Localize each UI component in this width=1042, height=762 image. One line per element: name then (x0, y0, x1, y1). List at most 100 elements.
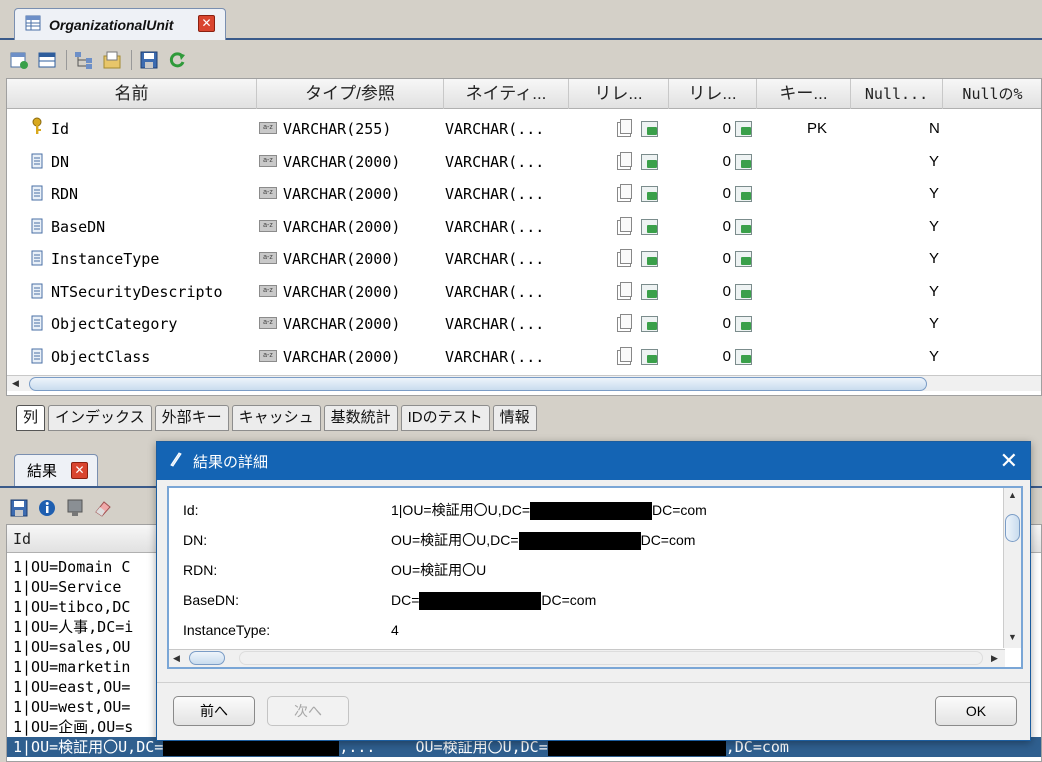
close-icon[interactable]: ✕ (1000, 448, 1018, 474)
copy-icon[interactable] (617, 346, 632, 365)
column-grid: 名前 タイプ/参照 ネイティ... リレ... リレ... キー... Null… (6, 78, 1042, 396)
ok-button[interactable]: OK (935, 696, 1017, 726)
refresh-icon[interactable] (166, 49, 188, 71)
tab-results[interactable]: 結果 ✕ (14, 454, 98, 486)
scroll-left-icon[interactable]: ◀ (173, 653, 180, 664)
toolbar-divider (66, 50, 67, 70)
header-type[interactable]: タイプ/参照 (257, 79, 444, 109)
column-native-type: VARCHAR(... (445, 282, 545, 301)
nullable-value: Y (929, 347, 940, 365)
horizontal-scrollbar[interactable]: ◀ ▶ (169, 649, 1005, 667)
copy-icon[interactable] (617, 184, 632, 202)
table-row[interactable]: Id a-z VARCHAR(255) VARCHAR(... 0 PK N (7, 113, 1041, 145)
relation-edit-icon[interactable] (735, 283, 752, 300)
tab-info[interactable]: 情報 (492, 405, 537, 431)
tab-organizationalunit[interactable]: OrganizationalUnit ✕ (14, 8, 226, 40)
header-relation-count[interactable]: リレ... (669, 79, 757, 109)
copy-icon[interactable] (617, 249, 632, 267)
eraser-icon[interactable] (92, 497, 114, 519)
tab-cache[interactable]: キャッシュ (231, 405, 321, 431)
field-value-wrap[interactable]: OU=検証用〇U,DC= DC=com (391, 528, 695, 552)
scroll-right-icon[interactable]: ▶ (991, 653, 998, 664)
header-name[interactable]: 名前 (7, 79, 257, 109)
relation-edit-icon[interactable] (735, 348, 752, 365)
table-row[interactable]: NTSecurityDescripto a-z VARCHAR(2000) VARCH… (7, 276, 1041, 308)
field-value-wrap[interactable]: 4 (391, 618, 399, 642)
scroll-left-icon[interactable]: ◀ (12, 378, 19, 389)
column-type: VARCHAR(255) (283, 120, 392, 138)
tab-foreign-keys[interactable]: 外部キー (154, 405, 229, 431)
close-icon[interactable]: ✕ (198, 15, 215, 32)
scrollbar-track[interactable] (239, 651, 983, 665)
table-row[interactable]: ObjectClass a-z VARCHAR(2000) VARCHAR(... 0 Y (7, 341, 1041, 373)
relation-edit-icon[interactable] (641, 251, 658, 267)
datatype-icon: a-z (259, 252, 277, 264)
table-row[interactable]: BaseDN a-z VARCHAR(2000) VARCHAR(... 0 Y (7, 211, 1041, 243)
relation-edit-icon[interactable] (735, 186, 752, 202)
relation-edit-icon[interactable] (735, 251, 752, 267)
scrollbar-thumb[interactable] (189, 651, 225, 665)
export-icon[interactable] (64, 497, 86, 519)
header-id[interactable]: Id (7, 525, 157, 553)
field-value-wrap[interactable]: OU=検証用〇U (391, 558, 486, 582)
field-value-wrap[interactable]: DC= DC=com (391, 588, 596, 612)
relation-edit-icon[interactable] (641, 218, 658, 235)
scrollbar-thumb[interactable] (29, 377, 927, 391)
column-native-type: VARCHAR(... (445, 315, 545, 333)
table-row[interactable]: InstanceType a-z VARCHAR(2000) VARCHAR(... 0… (7, 243, 1041, 275)
add-column-icon[interactable] (8, 49, 30, 71)
relation-edit-icon[interactable] (735, 121, 752, 137)
tab-id-test[interactable]: IDのテスト (400, 405, 490, 431)
column-type: VARCHAR(2000) (283, 185, 401, 203)
copy-icon[interactable] (617, 314, 632, 332)
table-icon[interactable] (36, 49, 58, 71)
table-row[interactable]: RDN a-z VARCHAR(2000) VARCHAR(... 0 Y (7, 178, 1041, 210)
column-name: Id (51, 120, 70, 138)
copy-icon[interactable] (617, 119, 632, 137)
header-native[interactable]: ネイティ... (444, 79, 569, 109)
scroll-down-icon[interactable]: ▼ (1008, 632, 1017, 642)
relation-edit-icon[interactable] (641, 153, 658, 170)
header-relation[interactable]: リレ... (569, 79, 669, 109)
table-row[interactable]: ObjectCategory a-z VARCHAR(2000) VARCHAR(..… (7, 308, 1041, 340)
close-icon[interactable]: ✕ (71, 462, 88, 479)
relation-edit-icon[interactable] (641, 316, 658, 332)
tab-cardinality[interactable]: 基数統計 (323, 405, 398, 431)
save-icon[interactable] (138, 49, 160, 71)
field-label: DN: (183, 532, 208, 548)
datatype-icon: a-z (259, 284, 277, 297)
relation-icon[interactable] (73, 49, 95, 71)
tab-indexes[interactable]: インデックス (48, 405, 152, 431)
info-icon[interactable] (36, 497, 58, 519)
relation-edit-icon[interactable] (641, 283, 658, 300)
copy-icon[interactable] (617, 281, 632, 300)
horizontal-scrollbar[interactable]: ◀ (7, 375, 1041, 391)
scrollbar-thumb[interactable] (1005, 514, 1020, 542)
field-value-wrap[interactable]: 1|OU=検証用〇U,DC= DC=com (391, 498, 707, 522)
table-row[interactable]: DN a-z VARCHAR(2000) VARCHAR(... 0 Y (7, 146, 1041, 178)
vertical-scrollbar[interactable]: ▲ ▼ (1003, 488, 1021, 648)
prev-button[interactable]: 前へ (173, 696, 255, 726)
column-sub-tabs: 列 インデックス 外部キー キャッシュ 基数統計 IDのテスト 情報 (16, 405, 540, 433)
relation-edit-icon[interactable] (641, 121, 658, 137)
relation-edit-icon[interactable] (735, 316, 752, 332)
column-native-type: VARCHAR(... (445, 217, 545, 236)
datatype-icon: a-z (259, 154, 277, 167)
relation-count: 0 (722, 282, 731, 300)
relation-edit-icon[interactable] (641, 348, 658, 365)
scroll-up-icon[interactable]: ▲ (1008, 490, 1017, 500)
relation-edit-icon[interactable] (735, 218, 752, 235)
relation-edit-icon[interactable] (641, 186, 658, 202)
field-label: RDN: (183, 562, 218, 578)
relation-edit-icon[interactable] (735, 153, 752, 170)
next-button[interactable]: 次へ (267, 696, 349, 726)
tab-columns[interactable]: 列 (16, 405, 46, 431)
folder-icon[interactable] (101, 49, 123, 71)
copy-icon[interactable] (617, 216, 632, 235)
copy-icon[interactable] (617, 151, 632, 170)
save-icon[interactable] (8, 497, 30, 519)
relation-count: 0 (722, 120, 731, 137)
header-key[interactable]: キー... (757, 79, 851, 109)
header-nullable[interactable]: Null... (851, 79, 943, 109)
header-null-percent[interactable]: Nullの% (943, 79, 1041, 109)
